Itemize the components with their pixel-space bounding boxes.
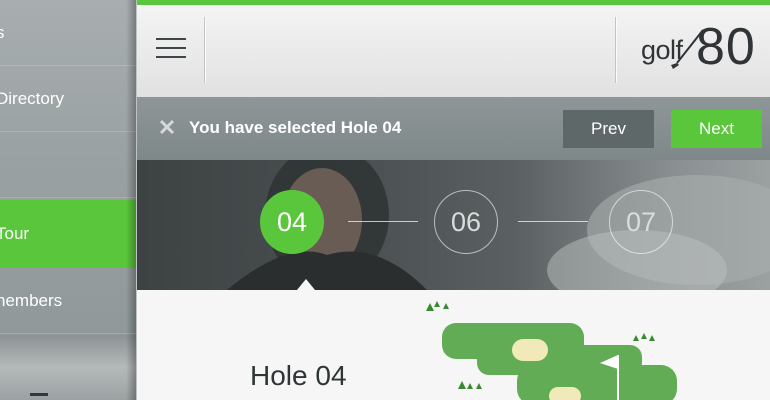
- hamburger-icon[interactable]: [156, 38, 186, 60]
- header-divider: [615, 17, 616, 83]
- selection-message: You have selected Hole 04: [189, 118, 402, 137]
- side-drawer: s Directory Tour nembers: [0, 0, 136, 400]
- drawer-item-0[interactable]: s: [0, 0, 136, 66]
- step-hole-06[interactable]: 06: [434, 190, 498, 254]
- golf-club-icon: [671, 29, 704, 69]
- hole-title: Hole 04: [250, 360, 347, 391]
- drawer-item-label: s: [0, 23, 5, 43]
- drawer-item-directory[interactable]: Directory: [0, 66, 136, 132]
- drawer-item-label: Directory: [0, 88, 65, 108]
- app-header: golf 80: [137, 5, 770, 97]
- step-connector: [348, 221, 418, 222]
- step-hole-07[interactable]: 07: [609, 190, 673, 254]
- selection-notice-bar: You have selected Hole 04 Prev Next: [137, 97, 770, 160]
- next-button[interactable]: Next: [671, 110, 762, 148]
- app-logo: golf 80: [637, 18, 767, 81]
- hole-details: Hole 04: [137, 290, 770, 400]
- drawer-item-members[interactable]: nembers: [0, 268, 136, 334]
- header-divider: [204, 17, 205, 83]
- drawer-item-label: Tour: [0, 224, 30, 243]
- drawer-item-2[interactable]: [0, 132, 136, 198]
- prev-button[interactable]: Prev: [563, 110, 654, 148]
- close-icon[interactable]: [159, 119, 175, 135]
- step-connector: [518, 221, 588, 222]
- main-panel: golf 80 You have selected Hole 04 Prev N…: [137, 0, 770, 400]
- step-hole-04[interactable]: 04: [260, 190, 324, 254]
- drawer-item-label: nembers: [0, 290, 63, 310]
- drawer-background-image: [0, 335, 136, 400]
- drawer-edge-shadow: [126, 0, 136, 400]
- hole-layout-map: [426, 301, 677, 400]
- drawer-item-tour[interactable]: Tour: [0, 200, 136, 268]
- hole-selector-hero: 04 06 07: [137, 160, 770, 290]
- step-pointer: [297, 279, 315, 290]
